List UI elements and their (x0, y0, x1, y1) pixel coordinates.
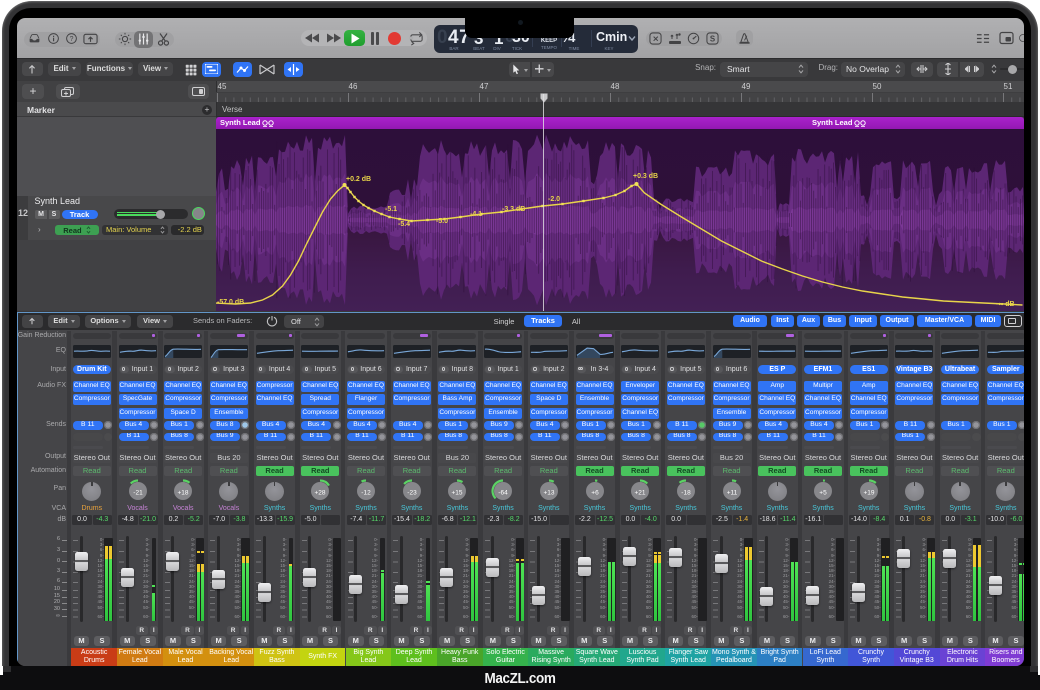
svg-text:+28: +28 (315, 490, 326, 497)
svg-text:+11: +11 (726, 490, 737, 497)
svg-text:-64: -64 (498, 490, 508, 497)
svg-text:+6: +6 (591, 490, 599, 497)
svg-text:+19: +19 (863, 490, 874, 497)
svg-text:-23: -23 (407, 490, 417, 497)
svg-text:-12: -12 (361, 490, 371, 497)
svg-text:+15: +15 (452, 490, 463, 497)
svg-text:-21: -21 (133, 490, 143, 497)
svg-text:+21: +21 (635, 490, 646, 497)
svg-text:S: S (709, 34, 714, 43)
svg-text:+5: +5 (819, 490, 827, 497)
svg-text:-18: -18 (681, 490, 691, 497)
svg-text:?: ? (69, 36, 73, 43)
svg-text:+18: +18 (178, 490, 189, 497)
svg-text:+13: +13 (543, 490, 554, 497)
